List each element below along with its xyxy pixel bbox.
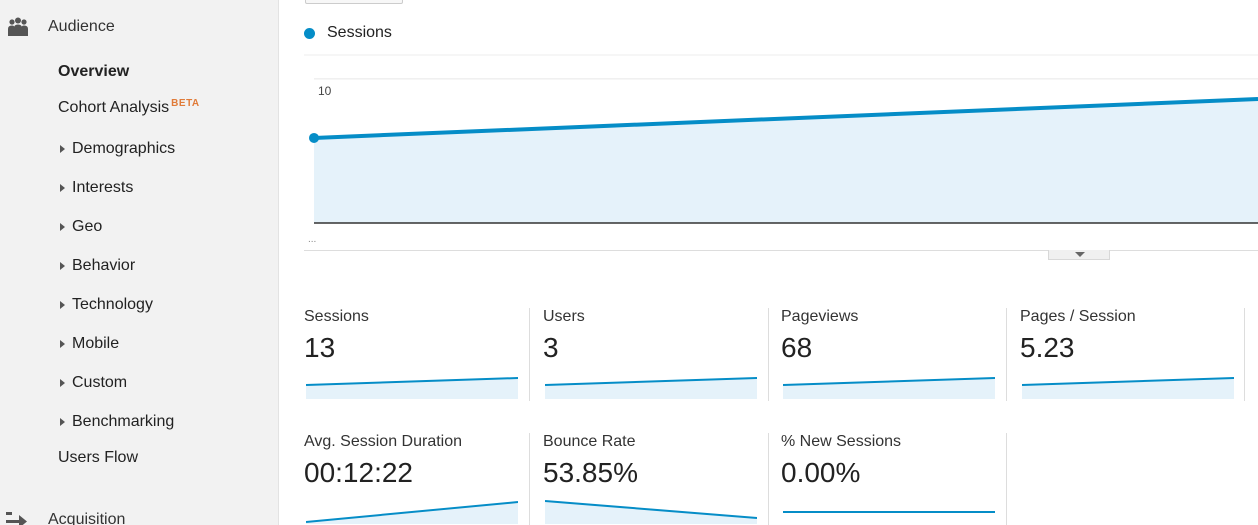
nav-cohort-analysis[interactable]: Cohort Analysis BETA xyxy=(58,98,200,120)
sparkline xyxy=(1022,377,1234,399)
legend-dot-icon xyxy=(304,27,315,39)
expand-triangle-icon xyxy=(60,379,65,387)
expand-triangle-icon xyxy=(60,145,65,153)
metric-divider xyxy=(1006,433,1007,525)
metric-avg-session-duration[interactable]: Avg. Session Duration 00:12:22 xyxy=(304,433,542,525)
metric-label: Pageviews xyxy=(781,308,859,325)
metric-empty xyxy=(1006,433,1020,525)
nav-users-flow[interactable]: Users Flow xyxy=(58,448,138,468)
chevron-down-icon xyxy=(1075,252,1085,257)
metric-label: Sessions xyxy=(304,308,369,325)
metric-label: Avg. Session Duration xyxy=(304,433,463,450)
legend-series-name: Sessions xyxy=(327,24,392,41)
chart-collapse-tab[interactable] xyxy=(1048,250,1110,260)
nav-geo-label: Geo xyxy=(72,218,103,235)
metric-value: 13 xyxy=(304,332,336,363)
expand-triangle-icon xyxy=(60,301,65,309)
sidebar: Audience Overview Cohort Analysis BETA De… xyxy=(0,0,279,525)
nav-benchmarking-label: Benchmarking xyxy=(72,413,175,430)
acquisition-arrow-icon xyxy=(4,506,32,525)
metric-value: 5.23 xyxy=(1020,332,1075,363)
metric-divider xyxy=(529,433,530,525)
metric-value: 68 xyxy=(781,332,813,363)
nav-demographics-label: Demographics xyxy=(72,140,176,157)
nav-behavior-label: Behavior xyxy=(72,257,136,274)
metric-label: Pages / Session xyxy=(1020,308,1136,325)
beta-badge: BETA xyxy=(171,98,200,109)
metric-divider xyxy=(1006,308,1007,401)
nav-mobile[interactable]: Mobile xyxy=(58,334,119,354)
metric-sessions[interactable]: Sessions 13 xyxy=(304,308,542,403)
metric-bounce-rate[interactable]: Bounce Rate 53.85% xyxy=(529,433,767,525)
sessions-chart: 105... xyxy=(304,54,1258,245)
metric-label: Bounce Rate xyxy=(543,433,636,450)
sparkline xyxy=(306,501,518,524)
metric-label: Users xyxy=(543,308,585,325)
nav-technology-label: Technology xyxy=(72,296,153,313)
sparkline xyxy=(783,377,995,399)
expand-triangle-icon xyxy=(60,340,65,348)
y-tick-label: 10 xyxy=(318,84,332,98)
nav-interests[interactable]: Interests xyxy=(58,178,133,198)
data-point xyxy=(309,132,319,143)
nav-overview[interactable]: Overview xyxy=(58,62,129,82)
nav-cohort-analysis-label: Cohort Analysis xyxy=(58,99,170,116)
expand-triangle-icon xyxy=(60,184,65,192)
sparkline xyxy=(306,377,518,399)
metric-label: % New Sessions xyxy=(781,433,902,450)
metric-partial xyxy=(1244,308,1258,403)
sparkline xyxy=(545,500,757,524)
metric-pages-per-session[interactable]: Pages / Session 5.23 xyxy=(1006,308,1244,403)
chart-divider xyxy=(304,250,1258,251)
x-tick-label: ... xyxy=(308,234,316,245)
metric-new-sessions[interactable]: % New Sessions 0.00% xyxy=(768,433,1006,525)
nav-technology[interactable]: Technology xyxy=(58,295,153,315)
metric-divider xyxy=(768,433,769,525)
metric-divider xyxy=(1244,308,1245,401)
metric-value: 00:12:22 xyxy=(304,457,413,488)
metric-users[interactable]: Users 3 xyxy=(529,308,767,403)
nav-mobile-label: Mobile xyxy=(72,335,120,352)
metric-divider xyxy=(768,308,769,401)
metric-value: 3 xyxy=(543,332,559,363)
nav-demographics[interactable]: Demographics xyxy=(58,139,175,159)
metric-value: 53.85% xyxy=(543,457,638,488)
top-dropdown-button[interactable] xyxy=(305,0,403,4)
users-icon xyxy=(4,13,32,41)
sparkline xyxy=(545,377,757,399)
nav-users-flow-label: Users Flow xyxy=(58,449,139,466)
nav-geo[interactable]: Geo xyxy=(58,217,102,237)
nav-acquisition-label: Acquisition xyxy=(48,511,126,525)
chart-legend: Sessions xyxy=(304,24,392,42)
sparkline-fill xyxy=(783,512,995,524)
metric-value: 0.00% xyxy=(781,457,861,488)
nav-custom-label: Custom xyxy=(72,374,128,391)
nav-custom[interactable]: Custom xyxy=(58,373,127,393)
expand-triangle-icon xyxy=(60,418,65,426)
metric-divider xyxy=(529,308,530,401)
nav-interests-label: Interests xyxy=(72,179,134,196)
metric-pageviews[interactable]: Pageviews 68 xyxy=(768,308,1006,403)
nav-benchmarking[interactable]: Benchmarking xyxy=(58,412,174,432)
nav-audience-label: Audience xyxy=(48,18,115,35)
nav-behavior[interactable]: Behavior xyxy=(58,256,135,276)
sparkline xyxy=(783,511,995,524)
expand-triangle-icon xyxy=(60,262,65,270)
main-panel: Sessions 105... Sessions 13 Users 3 Page… xyxy=(280,0,1258,525)
expand-triangle-icon xyxy=(60,223,65,231)
nav-overview-label: Overview xyxy=(58,63,130,80)
